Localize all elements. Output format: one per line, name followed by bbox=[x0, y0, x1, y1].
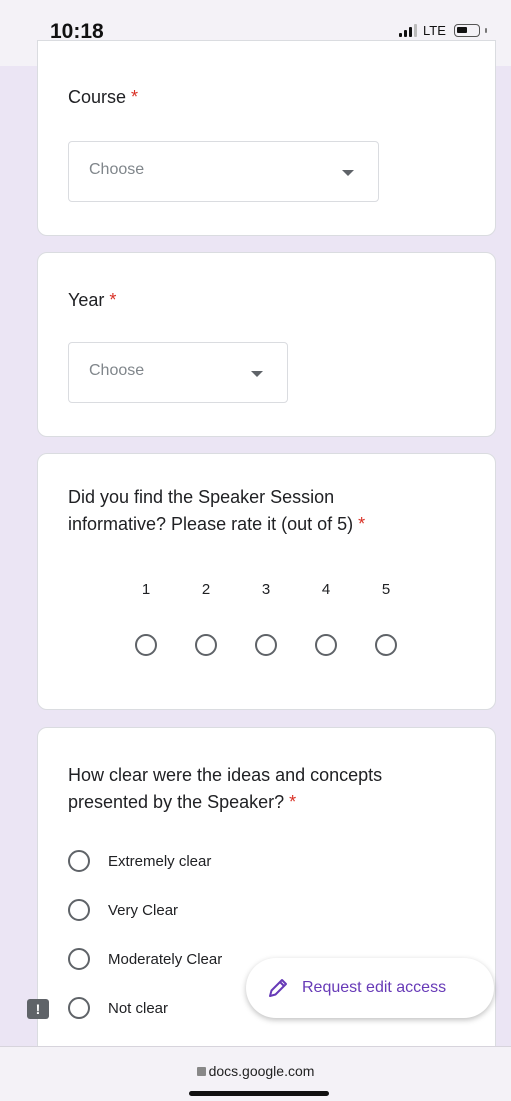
required-mark: * bbox=[109, 290, 117, 310]
feedback-icon[interactable]: ! bbox=[27, 999, 49, 1019]
signal-icon bbox=[399, 24, 417, 37]
clarity-question-title: How clear were the ideas and concepts pr… bbox=[68, 762, 438, 816]
home-indicator[interactable] bbox=[189, 1091, 329, 1096]
required-mark: * bbox=[358, 514, 366, 534]
required-mark: * bbox=[289, 792, 297, 812]
course-dropdown[interactable]: Choose bbox=[68, 141, 379, 202]
scale-label-5: 5 bbox=[381, 581, 391, 598]
option-extremely-clear[interactable]: Extremely clear bbox=[68, 850, 211, 872]
option-label: Not clear bbox=[108, 999, 169, 1017]
option-moderately-clear[interactable]: Moderately Clear bbox=[68, 948, 222, 970]
rating-radio-5[interactable] bbox=[375, 634, 397, 656]
scale-label-4: 4 bbox=[321, 581, 331, 598]
course-dropdown-placeholder: Choose bbox=[89, 161, 145, 178]
radio-circle[interactable] bbox=[68, 997, 90, 1019]
year-title-text: Year bbox=[68, 290, 105, 310]
network-type: LTE bbox=[423, 23, 446, 38]
course-title-text: Course bbox=[68, 87, 127, 107]
status-indicators: LTE bbox=[399, 23, 487, 38]
pencil-icon bbox=[269, 979, 287, 997]
radio-circle[interactable] bbox=[68, 899, 90, 921]
option-label: Moderately Clear bbox=[108, 950, 223, 968]
battery-icon bbox=[453, 24, 480, 37]
scale-label-2: 2 bbox=[201, 581, 211, 598]
year-card: Year * Choose bbox=[37, 252, 496, 437]
option-very-clear[interactable]: Very Clear bbox=[68, 899, 178, 921]
url-display: docs.google.com bbox=[0, 1063, 511, 1079]
rating-radio-1[interactable] bbox=[135, 634, 157, 656]
year-dropdown-placeholder: Choose bbox=[89, 362, 145, 379]
chevron-down-icon bbox=[251, 371, 263, 377]
year-question-title: Year * bbox=[68, 287, 116, 314]
request-edit-access-button[interactable]: Request edit access bbox=[246, 958, 494, 1018]
scale-label-3: 3 bbox=[261, 581, 271, 598]
year-dropdown[interactable]: Choose bbox=[68, 342, 288, 403]
request-edit-access-label: Request edit access bbox=[302, 979, 447, 996]
course-card: Course * Choose bbox=[37, 40, 496, 236]
scale-label-1: 1 bbox=[141, 581, 151, 598]
course-question-title: Course * bbox=[68, 84, 138, 111]
rating-card: Did you find the Speaker Session informa… bbox=[37, 453, 496, 710]
option-not-clear[interactable]: Not clear bbox=[68, 997, 168, 1019]
lock-icon bbox=[196, 1067, 206, 1076]
option-label: Very Clear bbox=[108, 901, 179, 919]
clarity-title-text: How clear were the ideas and concepts pr… bbox=[68, 765, 383, 812]
rating-radio-4[interactable] bbox=[315, 634, 337, 656]
battery-cap bbox=[484, 28, 487, 33]
rating-question-title: Did you find the Speaker Session informa… bbox=[68, 484, 408, 538]
chevron-down-icon bbox=[342, 170, 354, 176]
radio-circle[interactable] bbox=[68, 948, 90, 970]
url-text: docs.google.com bbox=[208, 1063, 315, 1079]
rating-radio-2[interactable] bbox=[195, 634, 217, 656]
rating-title-text: Did you find the Speaker Session informa… bbox=[68, 487, 354, 534]
radio-circle[interactable] bbox=[68, 850, 90, 872]
required-mark: * bbox=[131, 87, 139, 107]
rating-radio-3[interactable] bbox=[255, 634, 277, 656]
option-label: Extremely clear bbox=[108, 852, 212, 870]
